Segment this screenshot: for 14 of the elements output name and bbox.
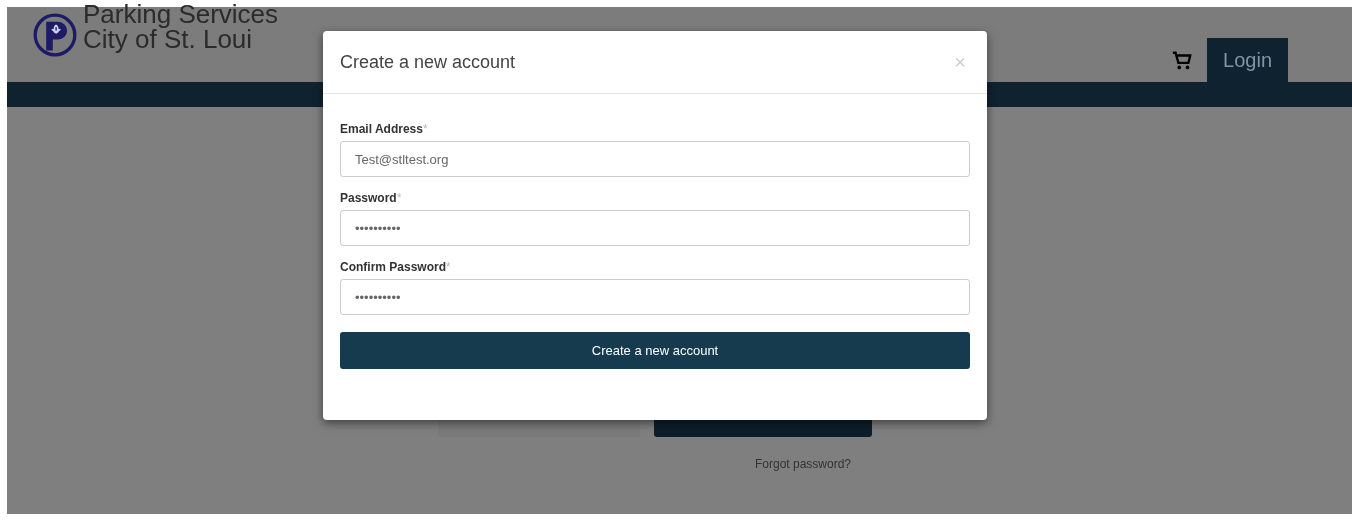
- field-label: Password*: [340, 191, 403, 205]
- input-field[interactable]: ••••••••••: [340, 279, 970, 315]
- forgot-password-link[interactable]: Forgot password?: [755, 457, 852, 471]
- input-field[interactable]: Test@stltest.org: [340, 141, 970, 177]
- login-tab[interactable]: Login: [1207, 38, 1288, 82]
- modal-title: Create a new account: [340, 51, 516, 73]
- field-label: Email Address*: [340, 122, 429, 136]
- field-label: Confirm Password*: [340, 260, 452, 274]
- logo-icon: [33, 13, 77, 57]
- cart-icon[interactable]: [1171, 50, 1194, 72]
- create-account-button[interactable]: Create a new account: [340, 332, 970, 369]
- site-subtitle: City of St. Loui: [83, 27, 254, 52]
- input-field[interactable]: ••••••••••: [340, 210, 970, 246]
- site-title: Parking Services: [83, 2, 279, 27]
